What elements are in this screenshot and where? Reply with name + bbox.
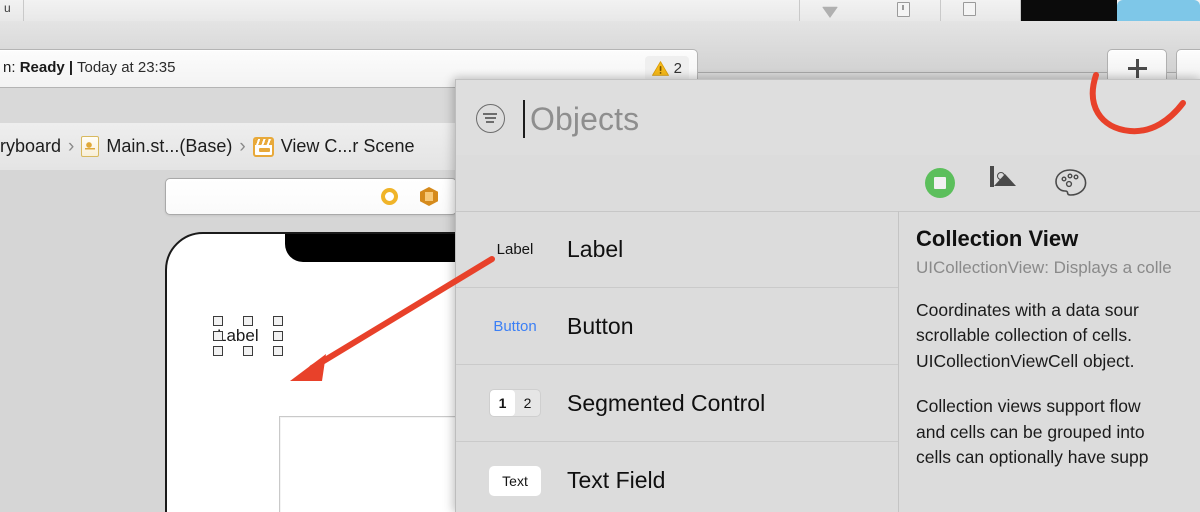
resize-handle[interactable] xyxy=(273,346,283,356)
library-item-title: Text Field xyxy=(567,467,666,493)
library-tab-bar[interactable] xyxy=(456,155,1200,212)
status-detail: Today at 23:35 xyxy=(77,59,176,76)
resize-handle[interactable] xyxy=(273,316,283,326)
resize-handle[interactable] xyxy=(273,331,283,341)
breadcrumb-item-view-controller-scene[interactable]: View C...r Scene xyxy=(252,136,415,157)
resize-handle[interactable] xyxy=(243,316,253,326)
tab-media[interactable] xyxy=(990,166,1024,199)
library-item-label[interactable]: Label Label xyxy=(456,211,898,288)
breadcrumb-item-storyboard[interactable]: ryboard xyxy=(0,136,61,157)
breadcrumb-item-label: ryboard xyxy=(0,136,62,156)
resize-handle[interactable] xyxy=(213,346,223,356)
status-prefix: n: xyxy=(3,59,16,76)
selected-tab[interactable] xyxy=(1117,0,1200,21)
breadcrumb-item-label: View C...r Scene xyxy=(280,136,415,156)
dark-tab[interactable] xyxy=(1021,0,1117,21)
description-line: UICollectionViewCell object. xyxy=(916,350,1135,371)
device-notch xyxy=(285,234,455,262)
breadcrumb-item-main-storyboard[interactable]: Main.st...(Base) xyxy=(81,136,232,157)
breadcrumb-item-label: Main.st...(Base) xyxy=(106,136,233,156)
document-icon[interactable] xyxy=(897,2,910,17)
textfield-glyph-icon: Text xyxy=(476,465,554,496)
tab-strip-leftover-text: u xyxy=(4,1,11,15)
button-glyph-text: Button xyxy=(493,317,537,335)
description-line: and cells can be grouped into xyxy=(916,421,1145,442)
cube-icon[interactable] xyxy=(420,187,438,206)
description-paragraph-2: Collection views support flow and cells … xyxy=(916,394,1200,470)
issue-count: 2 xyxy=(673,60,682,77)
storyboard-canvas[interactable]: Label xyxy=(0,170,455,512)
filter-icon[interactable] xyxy=(476,104,505,133)
description-title: Collection View xyxy=(916,226,1079,251)
segmented-glyph-icon: 1 2 xyxy=(476,390,554,416)
label-glyph-icon: Label xyxy=(476,241,554,258)
breadcrumb-separator: › xyxy=(68,135,75,157)
device-preview-iphone[interactable]: Label xyxy=(165,232,455,512)
tab-color[interactable] xyxy=(1054,168,1088,199)
library-item-text-field[interactable]: Text Text Field xyxy=(456,442,898,512)
description-subtitle: UICollectionView: Displays a colle xyxy=(916,258,1172,277)
color-palette-icon xyxy=(1055,169,1087,196)
text-caret xyxy=(523,100,525,138)
library-item-segmented-control[interactable]: 1 2 Segmented Control xyxy=(456,365,898,442)
label-glyph-text: Label xyxy=(496,240,534,258)
media-image-icon xyxy=(990,166,994,187)
storyboard-file-icon xyxy=(81,136,100,157)
library-item-button[interactable]: Button Button xyxy=(456,288,898,365)
library-search-input[interactable]: Objects xyxy=(530,101,639,138)
view-controller-circle-icon[interactable] xyxy=(381,188,398,205)
resize-handle[interactable] xyxy=(243,346,253,356)
resize-handle[interactable] xyxy=(213,331,223,341)
description-line: Collection views support flow xyxy=(916,396,1141,417)
tab-strip-cell[interactable] xyxy=(24,0,800,21)
tab-strip-cell[interactable] xyxy=(941,0,1021,21)
textfield-glyph-text: Text xyxy=(489,465,541,496)
status-text: n: Ready | Today at 23:35 xyxy=(3,59,175,76)
objects-green-icon xyxy=(925,168,955,198)
object-library-popover[interactable]: Objects Label Label Button Button 1 2 Se… xyxy=(455,79,1200,512)
library-item-title: Button xyxy=(567,312,634,339)
library-item-title: Segmented Control xyxy=(567,389,766,416)
issues-badge[interactable]: 2 xyxy=(644,56,689,81)
library-search-bar[interactable]: Objects xyxy=(456,80,1200,156)
xcode-interface-builder-screenshot: u n: Ready | Today at 23:35 2 ryboard › … xyxy=(0,0,1200,512)
resize-handle[interactable] xyxy=(213,316,223,326)
status-state: Ready xyxy=(19,59,65,76)
description-paragraph-1: Coordinates with a data sour scrollable … xyxy=(916,298,1200,374)
tab-objects[interactable] xyxy=(925,168,959,199)
canvas-subview-box[interactable] xyxy=(279,416,455,512)
breadcrumb-separator: › xyxy=(239,135,246,157)
segmented-glyph-seg1: 1 xyxy=(490,390,515,416)
description-line: scrollable collection of cells. xyxy=(916,325,1132,346)
scene-clapper-icon xyxy=(252,136,274,157)
status-separator: | xyxy=(68,59,74,76)
description-line: Coordinates with a data sour xyxy=(916,300,1139,320)
button-glyph-icon: Button xyxy=(476,318,554,335)
breadcrumb[interactable]: ryboard › Main.st...(Base) › View C...r … xyxy=(0,123,455,171)
description-line: cells can optionally have supp xyxy=(916,446,1149,467)
segmented-glyph-seg2: 2 xyxy=(523,395,532,411)
library-description-pane: Collection View UICollectionView: Displa… xyxy=(899,211,1200,512)
main-toolbar: n: Ready | Today at 23:35 2 xyxy=(0,21,1200,88)
chevron-down-icon[interactable] xyxy=(822,6,838,18)
copy-icon[interactable] xyxy=(963,2,976,16)
tab-strip-cell[interactable]: u xyxy=(0,0,24,21)
warning-triangle-icon xyxy=(651,61,669,76)
editor-tab-strip: u xyxy=(0,0,1200,22)
library-item-list[interactable]: Label Label Button Button 1 2 Segmented … xyxy=(456,211,898,512)
canvas-selected-label[interactable]: Label xyxy=(217,326,259,346)
canvas-search-field[interactable] xyxy=(165,178,455,215)
plus-icon xyxy=(1127,58,1147,78)
library-item-title: Label xyxy=(567,235,624,262)
